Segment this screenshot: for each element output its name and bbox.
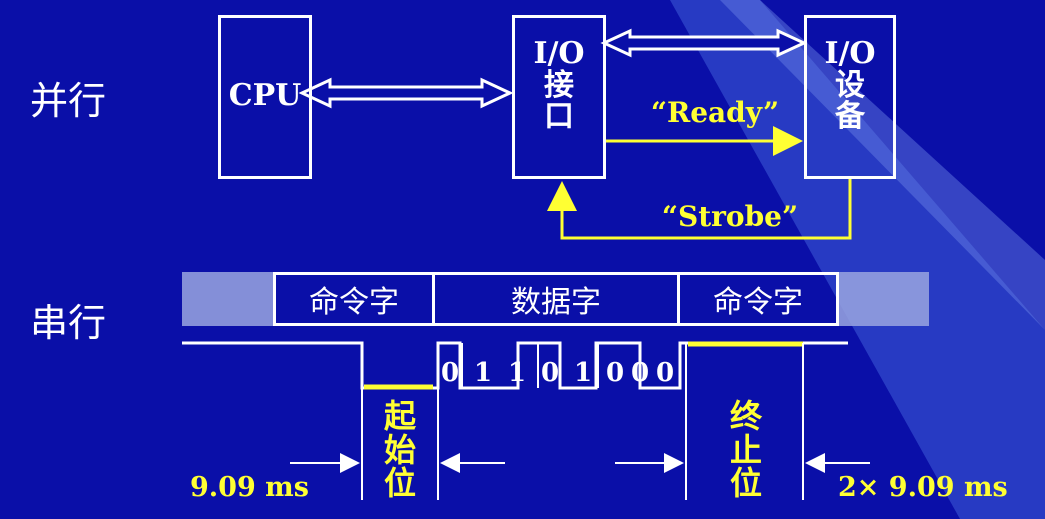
cpu-interface-bus-arrow — [298, 77, 514, 109]
io-device-line-3: 备 — [835, 99, 865, 134]
stop-bit-char-2: 止 — [729, 430, 762, 469]
bit-6: 0 — [605, 358, 625, 388]
idle-cell-right — [837, 272, 929, 326]
start-time-label: 9.09 ms — [190, 472, 309, 503]
idle-cell-left — [182, 272, 274, 326]
bit-2: 1 — [473, 358, 493, 388]
cpu-label: CPU — [228, 78, 302, 113]
start-bit-char-1: 起 — [383, 397, 416, 435]
bit-4: 0 — [540, 358, 560, 388]
io-interface-line-3: 口 — [544, 99, 574, 134]
bit-1: 0 — [440, 358, 460, 388]
start-bit-char-3: 位 — [383, 464, 416, 503]
command-word-field-1: 命令字 — [273, 272, 435, 326]
data-word-field: 数据字 — [432, 272, 680, 326]
parallel-label: 并行 — [30, 79, 107, 123]
stop-time-label: 2× 9.09 ms — [838, 472, 1008, 503]
io-device-line-2: 设 — [835, 67, 865, 103]
stop-bit-label: 终 止 位 — [716, 397, 776, 503]
ready-label: “Ready” — [650, 96, 780, 129]
bit-3: 1 — [507, 358, 527, 388]
stop-bit-char-3: 位 — [729, 464, 762, 503]
start-bit-label: 起 始 位 — [370, 397, 430, 503]
io-interface-line-1: I/O — [533, 36, 585, 71]
start-bit-char-2: 始 — [383, 430, 416, 469]
command-word-field-2: 命令字 — [677, 272, 839, 326]
bit-7: 0 — [630, 358, 650, 388]
bit-8: 0 — [655, 358, 675, 388]
strobe-label: “Strobe” — [661, 200, 799, 233]
io-interface-label: I/O 接 口 — [512, 38, 606, 133]
stop-bit-char-1: 终 — [729, 397, 762, 435]
io-interface-line-2: 接 — [544, 67, 574, 103]
io-device-label: I/O 设 备 — [804, 38, 896, 133]
bit-5: 1 — [573, 358, 593, 388]
serial-label: 串行 — [30, 301, 107, 345]
io-device-line-1: I/O — [824, 36, 876, 71]
